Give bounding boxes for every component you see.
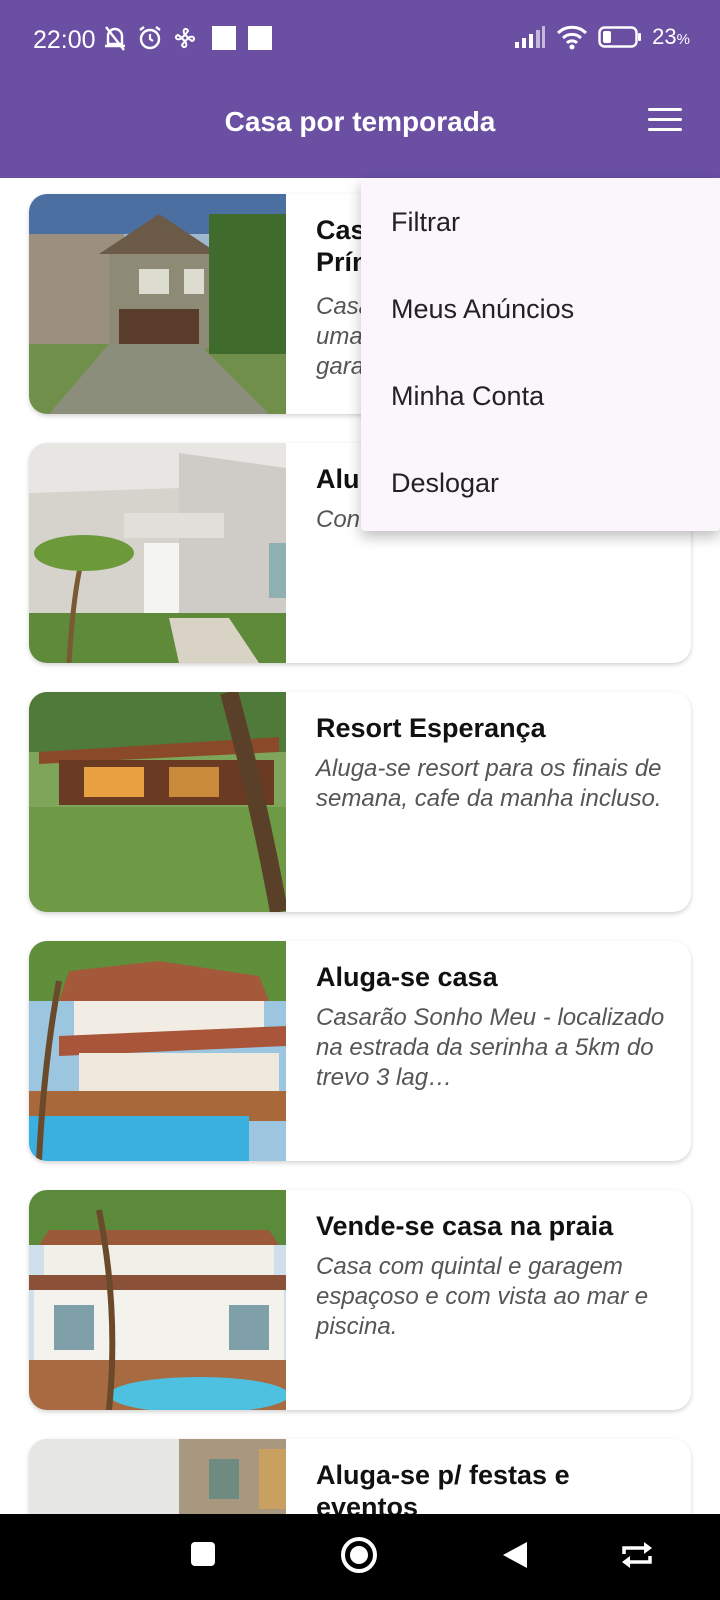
menu-item-deslogar[interactable]: Deslogar: [391, 468, 499, 499]
listing-photo: [29, 692, 286, 912]
battery-level: 23: [652, 24, 677, 49]
alarm-icon: [139, 26, 161, 50]
menu-item-filtrar[interactable]: Filtrar: [391, 207, 460, 238]
system-nav-bar: [0, 1514, 720, 1600]
listing-title: Resort Esperança: [316, 713, 546, 743]
listing-photo: [29, 941, 286, 1161]
listing-description: Aluga-se resort para os finais de semana…: [316, 755, 662, 812]
app-bar: Casa por temporada: [0, 82, 720, 178]
page-title: Casa por temporada: [224, 106, 496, 137]
battery-icon: [598, 26, 642, 48]
listing-title: Aluga-se casa: [316, 962, 498, 992]
listing-photo: [29, 194, 286, 414]
fan-icon: [174, 27, 196, 49]
notification-square-icon: [212, 26, 236, 50]
status-time: 22:00: [33, 26, 96, 54]
listing-description: Casa com quintal e garagem espaçoso e co…: [316, 1253, 649, 1340]
notification-square-icon: [248, 26, 272, 50]
wifi-icon: [557, 25, 588, 50]
back-triangle-icon[interactable]: [501, 1540, 529, 1570]
recents-square-icon[interactable]: [189, 1540, 217, 1568]
menu-item-meus-anuncios[interactable]: Meus Anúncios: [391, 294, 574, 325]
listing-title: Aluga-se p/ festas e eventos: [316, 1460, 570, 1514]
listing-photo: [29, 1439, 286, 1514]
home-circle-icon[interactable]: [340, 1536, 378, 1574]
listing-title: Vende-se casa na praia: [316, 1211, 614, 1241]
listing-card[interactable]: Vende-se casa na praia Casa com quintal …: [29, 1190, 691, 1410]
menu-item-minha-conta[interactable]: Minha Conta: [391, 381, 544, 412]
battery-unit: %: [676, 31, 690, 48]
muted-bell-icon: [105, 26, 125, 51]
listing-photo: [29, 1190, 286, 1410]
signal-icon: [515, 26, 546, 48]
hamburger-menu-icon[interactable]: [648, 108, 686, 138]
listing-description: Casarão Sonho Meu - localizado na estrad…: [316, 1004, 665, 1091]
overflow-menu: Filtrar Meus Anúncios Minha Conta Deslog…: [361, 178, 720, 531]
status-bar: 22:00 23%: [0, 0, 720, 82]
listing-card[interactable]: Aluga-se p/ festas e eventos: [29, 1439, 691, 1514]
rotate-screen-icon[interactable]: [620, 1542, 654, 1568]
listing-card[interactable]: Resort Esperança Aluga-se resort para os…: [29, 692, 691, 912]
listing-photo: [29, 443, 286, 663]
listing-card[interactable]: Aluga-se casa Casarão Sonho Meu - locali…: [29, 941, 691, 1161]
